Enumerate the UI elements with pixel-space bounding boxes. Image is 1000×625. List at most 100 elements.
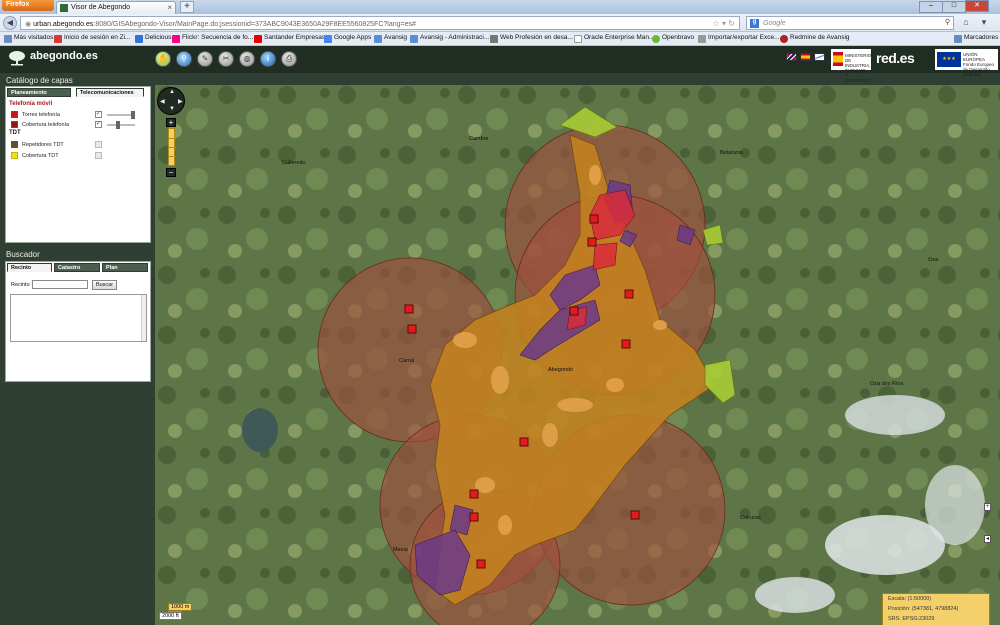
bookmarks-menu[interactable]: Marcadores (954, 34, 998, 43)
pan-right-icon[interactable]: ▶ (178, 98, 183, 105)
tower-marker[interactable] (469, 512, 479, 522)
tab-recinto[interactable]: Recinto (7, 263, 52, 272)
bookmark-star-icon[interactable]: ☆ ▾ ↻ (713, 19, 735, 28)
bookmark-icon (324, 35, 332, 43)
home-icon[interactable]: ⌂ (960, 17, 972, 29)
zoom-in-icon[interactable]: + (166, 118, 176, 127)
bookmark-item[interactable]: Más visitados (4, 34, 53, 43)
browser-tab[interactable]: Visor de Abegondo × (56, 1, 176, 14)
recinto-input[interactable] (32, 280, 88, 289)
tower-marker[interactable] (404, 304, 414, 314)
bookmark-item[interactable]: Inicio de sesión en Zi... (54, 34, 130, 43)
app-header: abegondo.es ✋ ⚲ ✎ ✂ ◍ i ⎙ MINISTERIO DE … (0, 46, 1000, 83)
zoom-out-icon[interactable]: − (166, 168, 176, 177)
tower-marker[interactable] (407, 324, 417, 334)
tab-close-icon[interactable]: × (167, 3, 172, 12)
web-search-input[interactable]: g Google ⚲ (746, 16, 954, 30)
tab-plan[interactable]: Plan (102, 263, 148, 272)
layer-visibility-checkbox[interactable]: ✓ (95, 111, 102, 118)
layer-label: Cobertura TDT (22, 153, 59, 159)
bookmark-item[interactable]: Santander Empresas (254, 34, 325, 43)
map-canvas[interactable] (155, 85, 1000, 625)
layer-visibility-checkbox[interactable]: ✓ (95, 121, 102, 128)
zoom-tool-icon[interactable]: ⚲ (176, 51, 192, 67)
overview-toggle-icon[interactable]: ◂ (984, 535, 991, 543)
tower-marker[interactable] (476, 559, 486, 569)
expand-map-icon[interactable]: + (984, 503, 991, 511)
map-info-box: Escala: (1:50000) Posición: (547381, 479… (882, 593, 990, 625)
pan-left-icon[interactable]: ◀ (160, 98, 165, 105)
tab-catastro[interactable]: Catastro (54, 263, 100, 272)
zoom-bar: + − (165, 118, 178, 178)
map-label: Oza (928, 257, 939, 263)
map-viewport[interactable]: Cambre Culleredo Betanzos Oza Carral Abe… (155, 85, 1000, 625)
tower-marker[interactable] (624, 289, 634, 299)
address-bar[interactable]: ◉ urban.abegondo.es:8080/GISAbegondo-Vis… (20, 16, 740, 30)
layer-label: Repetidores TDT (22, 142, 64, 148)
layer-visibility-checkbox[interactable] (95, 141, 102, 148)
bookmark-item[interactable]: Avansig - Administraci... (410, 34, 489, 43)
measure-tool-icon[interactable]: ✎ (197, 51, 213, 67)
print-tool-icon[interactable]: ⎙ (281, 51, 297, 67)
maximize-icon[interactable]: □ (942, 1, 966, 13)
pan-down-icon[interactable]: ▼ (169, 106, 175, 112)
info-tool-icon[interactable]: i (260, 51, 276, 67)
area-tool-icon[interactable]: ✂ (218, 51, 234, 67)
tower-marker[interactable] (587, 237, 597, 247)
downloads-icon[interactable]: ▾ (978, 17, 990, 29)
bookmark-item[interactable]: Google Apps (324, 34, 371, 43)
spanish-flag-icon[interactable] (800, 53, 811, 61)
browser-navbar: ◀ ◉ urban.abegondo.es:8080/GISAbegondo-V… (0, 14, 1000, 32)
search-placeholder: Google (763, 20, 786, 27)
search-button[interactable]: Buscar (92, 280, 117, 290)
map-label: Carral (399, 358, 414, 364)
tab-telecomunicaciones[interactable]: Telecomunicaciones (76, 88, 144, 97)
tower-marker[interactable] (630, 510, 640, 520)
layer-visibility-checkbox[interactable] (95, 152, 102, 159)
layer-opacity-slider[interactable] (107, 111, 135, 119)
results-scrollbar[interactable] (141, 295, 146, 341)
back-arrow-icon[interactable]: ◀ (3, 16, 17, 30)
search-icon[interactable]: ⚲ (945, 18, 950, 26)
layer-opacity-slider[interactable] (107, 121, 135, 129)
bookmark-item[interactable]: Avansig (374, 34, 407, 43)
english-flag-icon[interactable] (786, 53, 797, 61)
bookmark-item[interactable]: Flickr: Secuencia de fo... (172, 34, 253, 43)
bookmark-item[interactable]: Oracle Enterprise Man... (574, 34, 654, 43)
pan-up-icon[interactable]: ▲ (169, 89, 175, 95)
bookmark-item[interactable]: Openbravo (652, 34, 694, 43)
firefox-menu-button[interactable]: Firefox (2, 0, 54, 11)
pan-control[interactable]: ▲ ▼ ◀ ▶ (157, 87, 185, 115)
bookmark-item[interactable]: Importar/exportar Exce... (698, 34, 780, 43)
search-results-list[interactable] (10, 294, 147, 342)
layer-label: Torres telefonía (22, 112, 60, 118)
slider-handle[interactable] (131, 111, 135, 119)
minimize-icon[interactable]: – (919, 1, 943, 13)
galician-flag-icon[interactable] (814, 53, 825, 61)
bookmark-icon (652, 35, 660, 43)
url-globe-icon: ◉ (25, 21, 34, 28)
bookmark-item[interactable]: Delicious (135, 34, 171, 43)
close-window-icon[interactable]: ✕ (965, 0, 989, 12)
google-icon: g (750, 19, 759, 28)
cloud (755, 577, 835, 613)
layers-globe-icon[interactable]: ◍ (239, 51, 255, 67)
new-tab-button[interactable]: + (180, 1, 194, 13)
pan-tool-icon[interactable]: ✋ (155, 51, 171, 67)
tower-marker[interactable] (589, 214, 599, 224)
zoom-slider[interactable] (168, 128, 176, 166)
bookmark-icon (374, 35, 382, 43)
bookmark-item[interactable]: Redmine de Avansig (780, 34, 850, 43)
slider-handle[interactable] (116, 121, 120, 129)
layer-label: Cobertura telefonía (22, 122, 70, 128)
tower-marker[interactable] (469, 489, 479, 499)
bookmark-item[interactable]: Web Profesión en desa... (490, 34, 573, 43)
patch (589, 165, 601, 185)
app-logo[interactable]: abegondo.es (8, 50, 98, 66)
tower-marker[interactable] (519, 437, 529, 447)
patch (498, 515, 512, 535)
tower-marker[interactable] (569, 306, 579, 316)
browser-titlebar: Firefox Visor de Abegondo × + – □ ✕ (0, 0, 1000, 14)
tower-marker[interactable] (621, 339, 631, 349)
tab-planeamiento[interactable]: Planeamiento (7, 88, 71, 97)
